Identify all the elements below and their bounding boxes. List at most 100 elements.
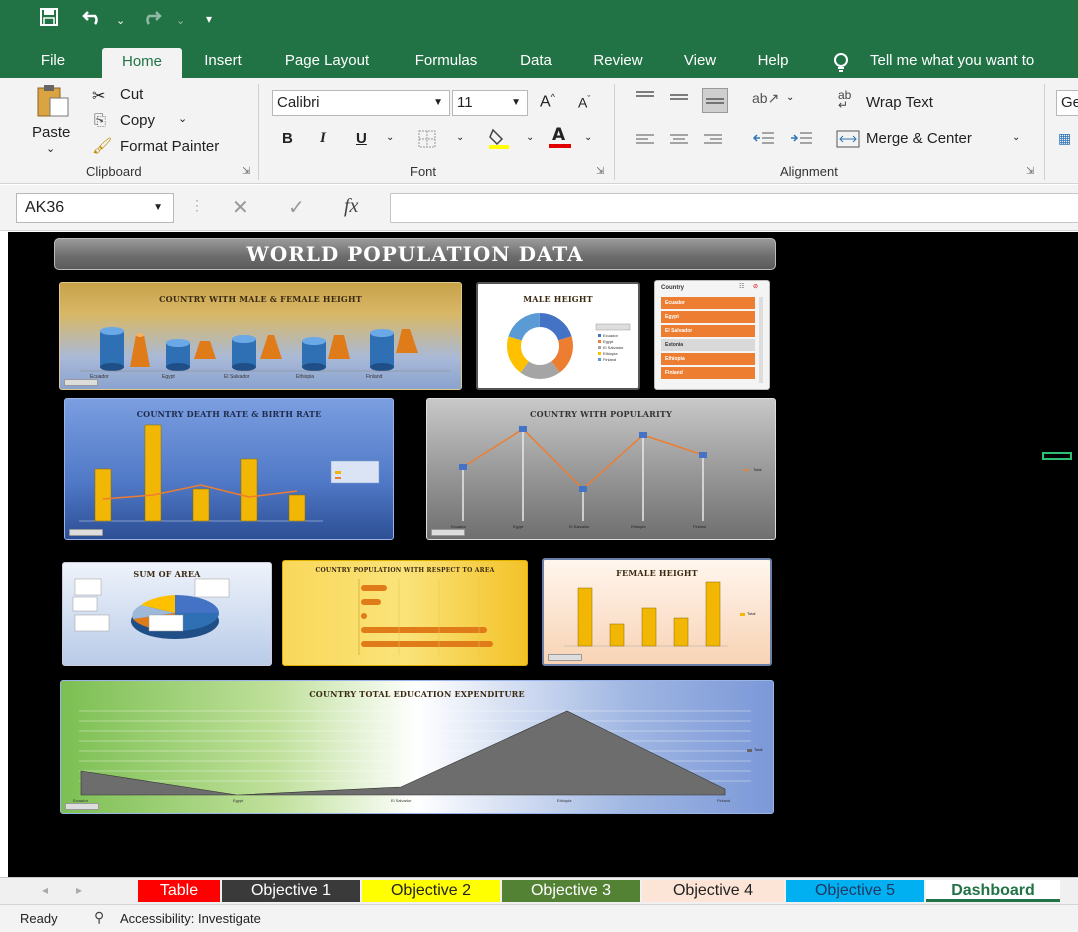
cut-button[interactable]: Cut <box>120 86 143 103</box>
male-height-chart[interactable]: MALE HEIGHT Ecuador Egypt El Salvador Et… <box>476 282 640 390</box>
tab-page-layout[interactable]: Page Layout <box>270 44 384 78</box>
line-plot <box>459 426 749 521</box>
save-icon[interactable] <box>40 8 58 31</box>
field-button[interactable] <box>64 379 98 386</box>
tab-file[interactable]: File <box>24 44 82 78</box>
undo-icon[interactable] <box>82 8 104 31</box>
tab-data[interactable]: Data <box>508 44 564 78</box>
chevron-down-icon[interactable]: ⌄ <box>456 132 464 143</box>
decrease-font-icon[interactable]: Aˇ <box>578 94 590 111</box>
tab-help[interactable]: Help <box>744 44 802 78</box>
sheet-tab-objective-2[interactable]: Objective 2 <box>362 880 500 902</box>
female-height-chart[interactable]: FEMALE HEIGHT Total <box>542 558 772 666</box>
insert-function-icon[interactable]: fx <box>344 195 358 218</box>
bar-plot <box>564 581 745 647</box>
tab-home[interactable]: Home <box>102 48 182 78</box>
education-expenditure-chart[interactable]: COUNTRY TOTAL EDUCATION EXPENDITURE Tota… <box>60 680 774 814</box>
tab-view[interactable]: View <box>670 44 730 78</box>
slicer-item[interactable]: Estonia <box>661 339 755 351</box>
field-button[interactable] <box>65 803 99 810</box>
tab-review[interactable]: Review <box>580 44 656 78</box>
field-button[interactable] <box>69 529 103 536</box>
undo-dropdown-icon[interactable]: ⌄ <box>116 14 125 27</box>
sheet-tab-dashboard[interactable]: Dashboard <box>926 880 1060 902</box>
redo-dropdown-icon[interactable]: ⌄ <box>176 14 185 27</box>
borders-icon[interactable] <box>418 130 436 153</box>
name-box[interactable]: AK36 ▼ <box>16 193 174 223</box>
clipboard-launcher-icon[interactable]: ⇲ <box>242 166 250 177</box>
alignment-launcher-icon[interactable]: ⇲ <box>1026 166 1034 177</box>
align-center-icon[interactable] <box>668 132 690 151</box>
paste-button[interactable]: Paste <box>32 124 70 141</box>
fill-color-icon[interactable] <box>488 126 510 155</box>
slicer-item[interactable]: Ecuador <box>661 297 755 309</box>
chevron-down-icon[interactable]: ⌄ <box>526 132 534 143</box>
font-launcher-icon[interactable]: ⇲ <box>596 166 604 177</box>
enter-icon[interactable]: ✓ <box>288 195 305 220</box>
slicer-scrollbar[interactable] <box>759 297 763 383</box>
tab-formulas[interactable]: Formulas <box>400 44 492 78</box>
male-female-height-chart[interactable]: COUNTRY WITH MALE & FEMALE HEIGHT Ecuado… <box>59 282 462 390</box>
orientation-icon[interactable]: ab↗ <box>752 90 779 107</box>
underline-button[interactable]: U <box>356 130 367 147</box>
slicer-item[interactable]: Egypt <box>661 311 755 323</box>
slicer-item[interactable]: Ethiopia <box>661 353 755 365</box>
chevron-down-icon[interactable]: ⌄ <box>786 92 794 103</box>
country-slicer[interactable]: Country ☷ ⊘ Ecuador Egypt El Salvador Es… <box>654 280 770 390</box>
status-ready: Ready <box>20 911 58 926</box>
align-top-icon[interactable] <box>634 90 656 109</box>
multi-select-icon[interactable]: ☷ <box>739 283 744 290</box>
sheet-tab-objective-3[interactable]: Objective 3 <box>502 880 640 902</box>
align-right-icon[interactable] <box>702 132 724 151</box>
font-color-icon[interactable]: A <box>548 124 572 155</box>
increase-indent-icon[interactable] <box>790 130 814 151</box>
conditional-format-icon[interactable]: ▦ <box>1058 130 1071 147</box>
increase-font-icon[interactable]: A^ <box>540 92 555 111</box>
redo-icon[interactable] <box>140 8 162 31</box>
formula-input[interactable] <box>390 193 1078 223</box>
bar-plot <box>358 579 493 655</box>
align-bottom-icon[interactable] <box>702 88 728 113</box>
copy-button[interactable]: Copy <box>120 112 155 129</box>
tab-insert[interactable]: Insert <box>192 44 254 78</box>
chevron-down-icon[interactable]: ⌄ <box>386 132 394 143</box>
sheet-tab-objective-5[interactable]: Objective 5 <box>786 880 924 902</box>
field-button[interactable] <box>548 654 582 661</box>
align-middle-icon[interactable] <box>668 90 690 109</box>
merge-center-button[interactable]: Merge & Center <box>866 130 972 147</box>
paste-dropdown-icon[interactable]: ⌄ <box>46 142 55 155</box>
death-birth-rate-chart[interactable]: COUNTRY DEATH RATE & BIRTH RATE <box>64 398 394 540</box>
sheet-tab-table[interactable]: Table <box>138 880 220 902</box>
paste-icon[interactable] <box>34 84 70 123</box>
sheet-tab-objective-4[interactable]: Objective 4 <box>642 880 784 902</box>
customize-qat-icon[interactable]: ▾ <box>206 12 212 26</box>
tell-me-search[interactable]: Tell me what you want to <box>870 44 1078 78</box>
worksheet[interactable]: WORLD POPULATION DATA COUNTRY WITH MALE … <box>8 232 1078 877</box>
accessibility-status[interactable]: Accessibility: Investigate <box>120 911 261 926</box>
font-size-select[interactable]: 11 ▼ <box>452 90 528 116</box>
selected-cell-indicator[interactable] <box>1042 452 1072 460</box>
sheet-tab-objective-1[interactable]: Objective 1 <box>222 880 360 902</box>
format-painter-button[interactable]: Format Painter <box>120 138 219 155</box>
sum-of-area-chart[interactable]: SUM OF AREA <box>62 562 272 666</box>
popularity-chart[interactable]: COUNTRY WITH POPULARITY Total Ecuador Eg… <box>426 398 776 540</box>
cancel-icon[interactable]: ✕ <box>232 195 249 220</box>
clear-filter-icon[interactable]: ⊘ <box>753 283 758 290</box>
field-button[interactable] <box>431 529 465 536</box>
italic-button[interactable]: I <box>320 130 326 147</box>
chevron-down-icon[interactable]: ⌄ <box>1012 132 1020 143</box>
number-format-select[interactable]: Ge <box>1056 90 1078 116</box>
copy-dropdown-icon[interactable]: ⌄ <box>178 112 187 125</box>
slicer-item[interactable]: Finland <box>661 367 755 379</box>
bold-button[interactable]: B <box>282 130 293 147</box>
population-area-chart[interactable]: COUNTRY POPULATION WITH RESPECT TO AREA <box>282 560 528 666</box>
scroll-left-icon[interactable]: ◂ <box>42 883 48 897</box>
decrease-indent-icon[interactable] <box>752 130 776 151</box>
wrap-text-button[interactable]: Wrap Text <box>866 94 933 111</box>
chevron-down-icon[interactable]: ⌄ <box>584 132 592 143</box>
scroll-right-icon[interactable]: ▸ <box>76 883 82 897</box>
slicer-item[interactable]: El Salvador <box>661 325 755 337</box>
align-left-icon[interactable] <box>634 132 656 151</box>
x-label: Egypt <box>513 524 524 529</box>
font-name-select[interactable]: Calibri ▼ <box>272 90 450 116</box>
